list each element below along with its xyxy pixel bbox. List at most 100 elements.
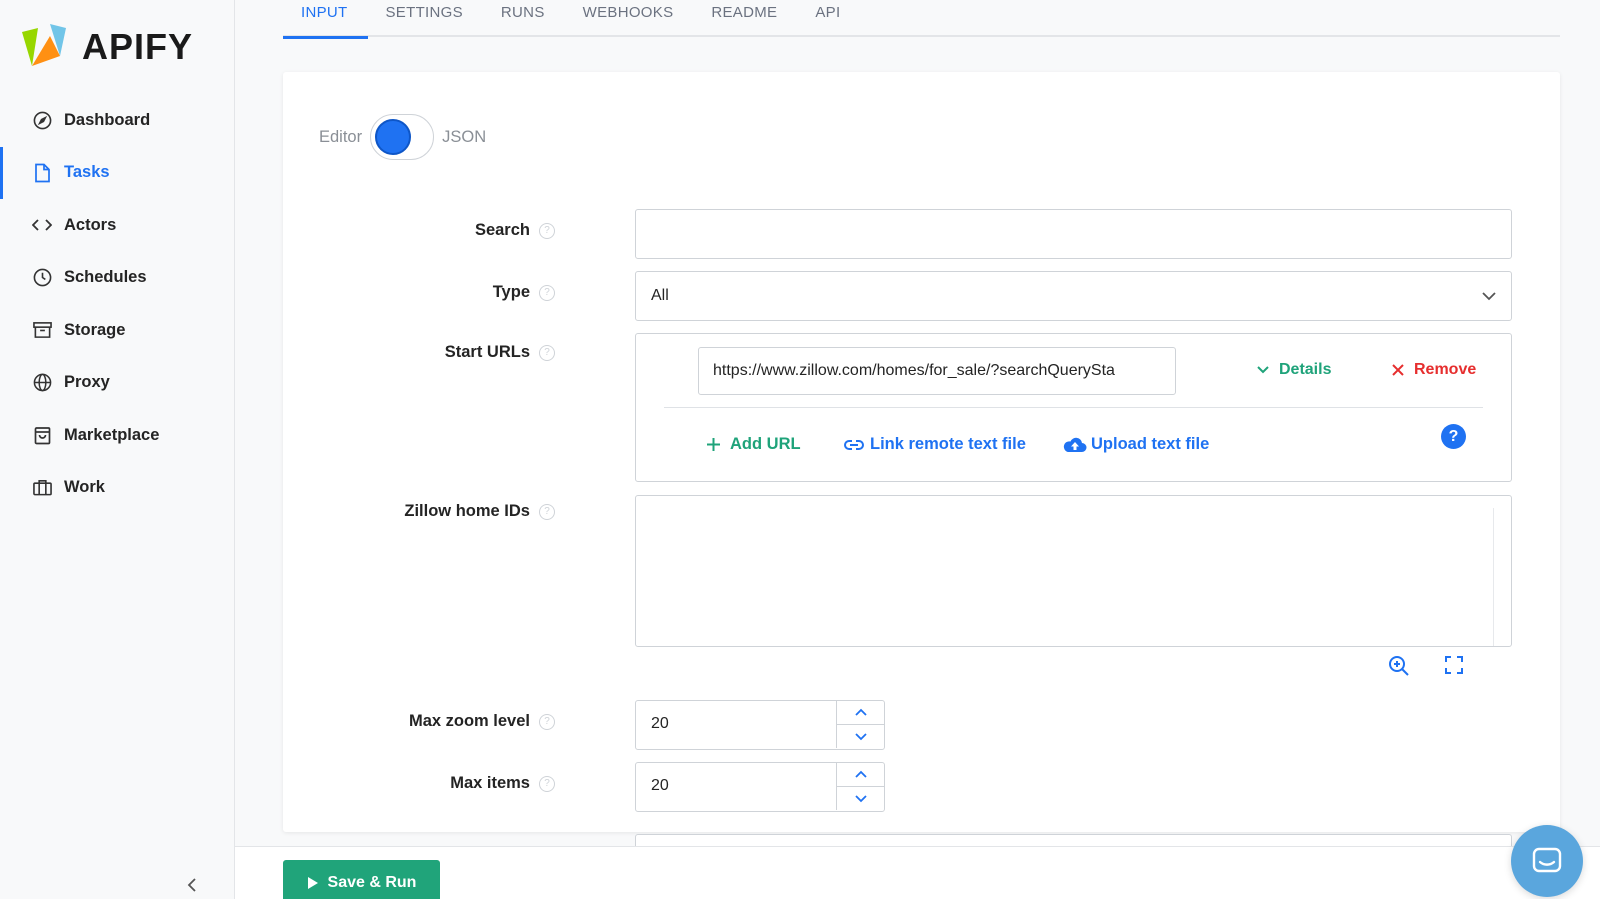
tab-readme[interactable]: README xyxy=(693,0,797,37)
help-icon[interactable]: ? xyxy=(539,503,555,520)
save-and-run-button[interactable]: Save & Run xyxy=(283,860,440,899)
chat-icon xyxy=(1532,847,1562,873)
link-remote-label: Link remote text file xyxy=(870,435,1026,453)
tab-settings[interactable]: SETTINGS xyxy=(368,0,483,37)
search-label: Search ? xyxy=(475,221,555,240)
search-label-text: Search xyxy=(474,221,530,239)
sidebar-item-proxy[interactable]: Proxy xyxy=(0,357,234,410)
sidebar-item-actors[interactable]: Actors xyxy=(0,199,234,252)
fullscreen-icon[interactable] xyxy=(1443,654,1469,680)
plus-icon xyxy=(707,438,720,451)
type-select-value: All xyxy=(651,287,669,304)
max-items-label: Max items ? xyxy=(450,774,555,793)
help-icon[interactable]: ? xyxy=(539,222,555,239)
max-items-stepper[interactable]: 20 xyxy=(635,762,885,812)
sidebar-item-label: Tasks xyxy=(64,163,110,182)
sidebar-item-dashboard[interactable]: Dashboard xyxy=(0,94,234,147)
apify-logo-icon xyxy=(22,24,66,66)
upload-label: Upload text file xyxy=(1091,435,1210,453)
chevron-down-icon xyxy=(1481,288,1497,306)
sidebar-item-label: Schedules xyxy=(64,268,147,287)
zillow-ids-label-text: Zillow home IDs xyxy=(404,502,530,520)
max-items-value: 20 xyxy=(651,777,669,794)
details-button[interactable]: Details xyxy=(1256,361,1331,379)
brand-name: APIFY xyxy=(82,26,194,67)
play-icon xyxy=(307,876,318,889)
sidebar-item-label: Work xyxy=(64,478,105,497)
cloud-upload-icon xyxy=(1063,437,1087,452)
sidebar-item-label: Marketplace xyxy=(64,425,160,444)
editor-label: Editor xyxy=(319,127,363,146)
remove-url-button[interactable]: Remove xyxy=(1391,361,1476,379)
max-items-label-text: Max items xyxy=(450,774,530,792)
upload-text-file-button[interactable]: Upload text file xyxy=(1063,435,1209,454)
start-urls-editor: https://www.zillow.com/homes/for_sale/?s… xyxy=(635,333,1512,482)
apify-logo[interactable]: APIFY xyxy=(20,22,193,72)
file-icon xyxy=(32,163,52,183)
start-urls-label: Start URLs ? xyxy=(445,343,555,362)
decrement-button[interactable] xyxy=(837,725,884,749)
increment-button[interactable] xyxy=(837,701,884,725)
json-label: JSON xyxy=(442,127,487,146)
start-urls-label-text: Start URLs xyxy=(444,343,530,361)
tab-webhooks[interactable]: WEBHOOKS xyxy=(565,0,694,37)
clock-icon xyxy=(32,268,52,288)
max-zoom-value: 20 xyxy=(651,715,669,732)
question-circle-icon[interactable]: ? xyxy=(1441,424,1466,449)
sidebar-item-label: Storage xyxy=(64,320,126,339)
add-url-label: Add URL xyxy=(730,435,801,453)
briefcase-icon xyxy=(32,478,52,498)
tab-runs[interactable]: RUNS xyxy=(483,0,565,37)
sidebar-item-schedules[interactable]: Schedules xyxy=(0,252,234,305)
link-remote-file-button[interactable]: Link remote text file xyxy=(844,435,1026,454)
chevron-up-icon xyxy=(854,770,867,778)
sidebar: APIFY Dashboard Tasks Actors Schedules S… xyxy=(0,0,235,899)
chevron-down-icon xyxy=(1257,366,1269,374)
max-zoom-stepper[interactable]: 20 xyxy=(635,700,885,750)
sidebar-item-work[interactable]: Work xyxy=(0,462,234,515)
sidebar-item-label: Proxy xyxy=(64,373,110,392)
stepper-buttons xyxy=(836,701,884,748)
stepper-buttons xyxy=(836,763,884,810)
collapse-sidebar-chevron-icon[interactable] xyxy=(186,876,206,896)
start-url-input[interactable]: https://www.zillow.com/homes/for_sale/?s… xyxy=(698,347,1176,395)
help-icon[interactable]: ? xyxy=(539,775,555,792)
close-icon xyxy=(1392,364,1404,376)
chevron-up-icon xyxy=(854,708,867,716)
max-zoom-label: Max zoom level ? xyxy=(409,712,555,731)
tab-input[interactable]: INPUT xyxy=(283,0,368,39)
zoom-in-icon[interactable] xyxy=(1387,654,1413,680)
save-and-run-label: Save & Run xyxy=(327,873,417,891)
sidebar-item-label: Dashboard xyxy=(64,110,151,129)
type-select[interactable]: All xyxy=(635,271,1512,321)
editor-json-toggle-row: Editor JSON xyxy=(319,114,486,160)
help-icon[interactable]: ? xyxy=(539,713,555,730)
sidebar-item-marketplace[interactable]: Marketplace xyxy=(0,409,234,462)
type-label: Type ? xyxy=(493,283,555,302)
archive-icon xyxy=(32,320,52,340)
chevron-down-icon xyxy=(854,733,867,741)
remove-label: Remove xyxy=(1414,361,1477,378)
compass-icon xyxy=(32,110,52,130)
zillow-ids-label: Zillow home IDs ? xyxy=(404,502,555,521)
actor-tabs: INPUT SETTINGS RUNS WEBHOOKS README API xyxy=(283,0,1560,39)
tab-api[interactable]: API xyxy=(797,0,860,37)
sidebar-item-storage[interactable]: Storage xyxy=(0,304,234,357)
sidebar-item-label: Actors xyxy=(64,215,117,234)
zillow-ids-textarea[interactable] xyxy=(635,495,1512,647)
chat-support-button[interactable] xyxy=(1511,825,1583,897)
editor-json-switch[interactable] xyxy=(370,114,435,160)
help-icon[interactable]: ? xyxy=(539,284,555,301)
shopping-bag-icon xyxy=(32,425,52,445)
max-zoom-label-text: Max zoom level xyxy=(408,712,530,730)
decrement-button[interactable] xyxy=(837,787,884,811)
sidebar-item-tasks[interactable]: Tasks xyxy=(0,146,234,200)
search-input[interactable] xyxy=(635,209,1512,259)
add-url-button[interactable]: Add URL xyxy=(706,435,801,454)
link-icon xyxy=(844,439,864,450)
increment-button[interactable] xyxy=(837,763,884,787)
textarea-scrollbar[interactable] xyxy=(1493,508,1511,646)
help-icon[interactable]: ? xyxy=(539,344,555,361)
globe-icon xyxy=(32,373,52,393)
chevron-down-icon xyxy=(854,795,867,803)
